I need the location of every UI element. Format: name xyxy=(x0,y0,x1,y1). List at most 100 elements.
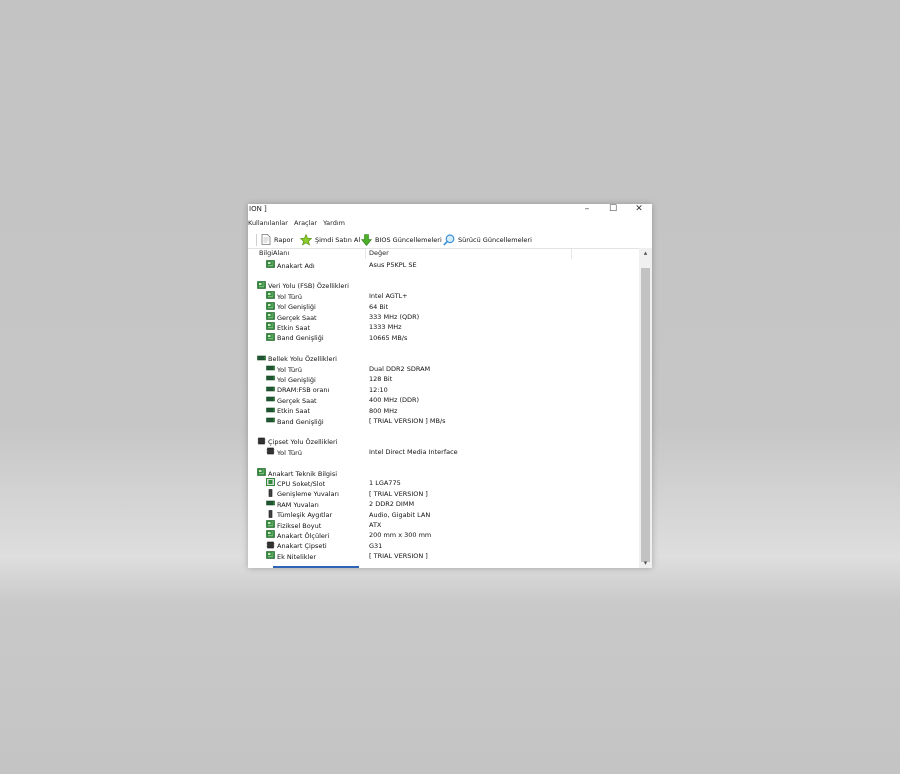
field-value: Audio, Gigabit LAN xyxy=(369,510,431,519)
field-value: Asus P5KPL SE xyxy=(369,261,417,269)
field-value: [ TRIAL VERSION ] xyxy=(369,552,428,561)
field-label: Tümleşik Aygıtlar xyxy=(277,511,333,520)
field-label: Anakart Adı xyxy=(277,261,315,270)
vertical-scrollbar[interactable]: ▴ ▾ xyxy=(639,248,652,568)
field-value: Intel Direct Media Interface xyxy=(369,448,458,457)
list-item[interactable]: Genişleme Yuvaları [ TRIAL VERSION ] xyxy=(248,488,639,499)
field-label: Ek Nitelikler xyxy=(277,552,317,561)
field-value: 333 MHz (QDR) xyxy=(369,313,420,321)
list-item[interactable]: Yol Türü Dual DDR2 SDRAM xyxy=(248,364,639,374)
column-header-value[interactable]: Değer xyxy=(369,248,389,259)
scrollbar-thumb[interactable] xyxy=(641,268,650,562)
field-label: DRAM:FSB oranı xyxy=(277,386,330,395)
field-label: Yol Türü xyxy=(277,448,302,457)
menu-bar: Kullanılanlar Araçlar Yardım xyxy=(248,219,351,231)
list-item[interactable]: DRAM:FSB oranı 12:10 xyxy=(248,385,639,395)
column-header-field[interactable]: BilgiAlanı xyxy=(259,248,289,259)
window-title: ION ] xyxy=(249,205,267,213)
field-value: 12:10 xyxy=(369,385,388,394)
field-label: Yol Genişliği xyxy=(277,375,316,384)
field-value: Dual DDR2 SDRAM xyxy=(369,365,431,373)
spacer-row xyxy=(248,343,639,353)
menu-yardim[interactable]: Yardım xyxy=(323,219,345,227)
field-value: 400 MHz (DDR) xyxy=(369,396,420,405)
field-value: Intel AGTL+ xyxy=(369,292,408,301)
spacer-row xyxy=(248,426,639,436)
scroll-up-icon[interactable]: ▴ xyxy=(639,248,652,258)
field-label: Yol Türü xyxy=(277,365,302,374)
field-label: Çipset Yolu Özellikleri xyxy=(268,438,338,447)
field-label: Anakart Ölçüleri xyxy=(277,531,330,540)
field-value: 2 DDR2 DIMM xyxy=(369,500,415,509)
application-window: ION ] – ☐ ✕ Kullanılanlar Araçlar Yardım R… xyxy=(248,204,652,568)
list-item[interactable]: Ek Nitelikler [ TRIAL VERSION ] xyxy=(248,551,639,561)
field-label: Yol Türü xyxy=(277,292,302,301)
field-value: ATX xyxy=(369,521,382,529)
driver-updates-label: Sürücü Güncellemeleri xyxy=(458,235,532,244)
list-item[interactable]: Tümleşik Aygıtlar Audio, Gigabit LAN xyxy=(248,509,639,520)
rapor-button[interactable]: Rapor xyxy=(261,233,293,246)
list-item[interactable]: Yol Türü Intel AGTL+ xyxy=(248,291,639,301)
list-item[interactable]: Fiziksel Boyut ATX xyxy=(248,520,639,530)
field-label: Anakart Çipseti xyxy=(277,542,327,551)
info-list-view: BilgiAlanı Değer Anakart Adı Asus P5KPL S… xyxy=(248,248,639,568)
list-item[interactable]: Etkin Saat 1333 MHz xyxy=(248,322,639,332)
scroll-down-icon[interactable]: ▾ xyxy=(639,558,652,568)
buy-now-button[interactable]: Şimdi Satın Al xyxy=(300,233,360,246)
field-label: Gerçek Saat xyxy=(277,396,317,405)
list-item[interactable]: Yol Genişliği 128 Bit xyxy=(248,374,639,384)
selection-highlight xyxy=(273,566,359,568)
driver-updates-button[interactable]: Sürücü Güncellemeleri xyxy=(443,233,532,246)
close-button[interactable]: ✕ xyxy=(628,204,650,216)
group-row[interactable]: Anakart Teknik Bilgisi xyxy=(248,468,639,478)
menu-araclar[interactable]: Araçlar xyxy=(294,219,317,227)
report-page-icon xyxy=(261,234,271,245)
field-label: Band Genişliği xyxy=(277,334,324,343)
list-item[interactable]: Gerçek Saat 333 MHz (QDR) xyxy=(248,312,639,322)
field-value: 1333 MHz xyxy=(369,323,402,332)
rapor-label: Rapor xyxy=(274,235,294,244)
star-buy-icon xyxy=(300,233,312,246)
column-divider xyxy=(571,249,572,259)
group-row[interactable]: Bellek Yolu Özellikleri xyxy=(248,354,639,364)
list-item[interactable]: Anakart Ölçüleri 200 mm x 300 mm xyxy=(248,530,639,540)
spacer-row xyxy=(248,270,639,280)
field-name: Ek Nitelikler xyxy=(266,551,316,562)
list-item[interactable]: RAM Yuvaları 2 DDR2 DIMM xyxy=(248,499,639,509)
list-item[interactable]: Anakart Çipseti G31 xyxy=(248,541,639,551)
list-item[interactable]: Yol Türü Intel Direct Media Interface xyxy=(248,447,639,457)
field-label: Veri Yolu (FSB) Özellikleri xyxy=(268,282,349,291)
field-value: 64 Bit xyxy=(369,302,389,311)
list-item[interactable]: CPU Soket/Slot 1 LGA775 xyxy=(248,478,639,488)
group-row[interactable]: Çipset Yolu Özellikleri xyxy=(248,437,639,447)
field-label: Yol Genişliği xyxy=(277,303,316,312)
bios-updates-label: BIOS Güncellemeleri xyxy=(375,235,442,244)
list-item[interactable]: Band Genişliği 10665 MB/s xyxy=(248,332,639,343)
list-item[interactable]: Anakart Adı Asus P5KPL SE xyxy=(248,260,639,270)
list-item[interactable]: Gerçek Saat 400 MHz (DDR) xyxy=(248,395,639,405)
list-item[interactable]: Band Genişliği [ TRIAL VERSION ] MB/s xyxy=(248,416,639,426)
title-bar: ION ] – ☐ ✕ xyxy=(248,204,652,218)
group-row[interactable]: Veri Yolu (FSB) Özellikleri xyxy=(248,280,639,291)
list-item[interactable]: Yol Genişliği 64 Bit xyxy=(248,301,639,312)
menu-kullanilanlar[interactable]: Kullanılanlar xyxy=(248,219,288,227)
field-label: CPU Soket/Slot xyxy=(277,479,326,488)
green-down-arrow-icon xyxy=(361,233,372,246)
field-value: 800 MHz xyxy=(369,406,398,415)
toolbar-separator xyxy=(256,234,257,246)
bios-updates-button[interactable]: BIOS Güncellemeleri xyxy=(361,233,442,246)
list-item[interactable]: Etkin Saat 800 MHz xyxy=(248,406,639,416)
field-label: Etkin Saat xyxy=(277,407,311,416)
field-value: [ TRIAL VERSION ] xyxy=(369,489,428,498)
field-label: Gerçek Saat xyxy=(277,313,317,322)
spacer-row xyxy=(248,458,639,468)
field-value: [ TRIAL VERSION ] MB/s xyxy=(369,417,446,425)
toolbar: Rapor Şimdi Satın Al BIOS Güncellemeleri… xyxy=(248,231,652,249)
minimize-button[interactable]: – xyxy=(576,204,598,216)
motherboard-icon xyxy=(266,551,275,562)
field-value: G31 xyxy=(369,541,383,550)
field-value: 1 LGA775 xyxy=(369,479,401,488)
field-label: RAM Yuvaları xyxy=(277,500,319,509)
field-label: Bellek Yolu Özellikleri xyxy=(268,355,337,364)
maximize-button[interactable]: ☐ xyxy=(602,204,624,216)
